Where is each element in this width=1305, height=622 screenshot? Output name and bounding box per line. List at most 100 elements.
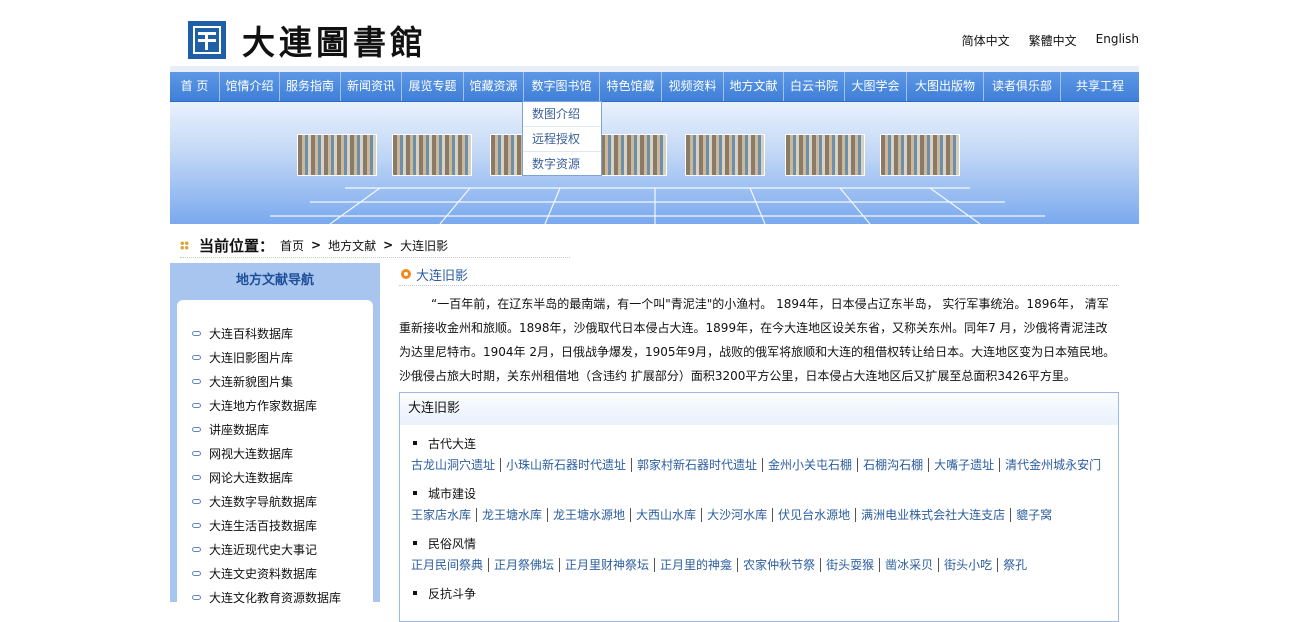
- square-bullet-icon: [413, 441, 417, 445]
- breadcrumb-separator: >: [383, 238, 394, 252]
- sidebar-list: 大连百科数据库 大连旧影图片库 大连新貌图片集 大连地方作家数据库 讲座数据库 …: [192, 321, 341, 609]
- category-link[interactable]: 王家店水库: [411, 508, 476, 522]
- lang-english[interactable]: English: [1096, 32, 1139, 49]
- banner: [170, 102, 1139, 224]
- category-link[interactable]: 正月民间祭典: [411, 558, 488, 572]
- lang-traditional[interactable]: 繁體中文: [1029, 32, 1077, 49]
- category-links: 正月民间祭典 正月祭佛坛 正月里财神祭坛 正月里的神龛 农家仲秋节祭 街头耍猴 凿冰采贝 街头…: [400, 554, 1118, 576]
- nav-home[interactable]: 首 页: [170, 72, 220, 101]
- dropdown-item-intro[interactable]: 数图介绍: [523, 102, 601, 127]
- category-box-title: 大连旧影: [400, 393, 1118, 426]
- category-box: 大连旧影 古代大连古龙山洞穴遗址 小珠山新石器时代遗址 郭家村新石器时代遗址 金州小关…: [399, 392, 1119, 622]
- nav-special-collections[interactable]: 特色馆藏: [600, 72, 662, 101]
- banner-photo: [880, 134, 960, 176]
- bullet-icon: [192, 426, 201, 432]
- square-bullet-icon: [413, 591, 417, 595]
- category-link[interactable]: 石棚沟石棚: [857, 458, 928, 472]
- category-name: 反抗斗争: [428, 586, 477, 601]
- category-link[interactable]: 农家仲秋节祭: [737, 558, 820, 572]
- category-link[interactable]: 金州小关屯石棚: [762, 458, 857, 472]
- category-link[interactable]: 貔子窝: [1010, 508, 1057, 522]
- sidebar-title: 地方文献导航: [235, 273, 314, 288]
- sidebar-item[interactable]: 大连数字导航数据库: [192, 489, 341, 513]
- category-name: 古代大连: [428, 436, 477, 451]
- nav-exhibitions[interactable]: 展览专题: [402, 72, 464, 101]
- nav-collections[interactable]: 馆藏资源: [464, 72, 524, 101]
- category-link[interactable]: 古龙山洞穴遗址: [411, 458, 500, 472]
- nav-sharing-project[interactable]: 共享工程: [1061, 72, 1139, 101]
- sidebar-item[interactable]: 大连文化教育资源数据库: [192, 585, 341, 609]
- sidebar-item[interactable]: 大连生活百技数据库: [192, 513, 341, 537]
- bullet-icon: [192, 474, 201, 480]
- breadcrumb-local-documents[interactable]: 地方文献: [328, 237, 376, 254]
- section-bullet-icon: [401, 269, 411, 279]
- bullet-icon: [192, 402, 201, 408]
- nav-service-guide[interactable]: 服务指南: [280, 72, 341, 101]
- category-link[interactable]: 凿冰采贝: [879, 558, 938, 572]
- breadcrumb: 当前位置： 首页 > 地方文献 > 大连旧影: [180, 234, 448, 256]
- sidebar: 地方文献导航 大连百科数据库 大连旧影图片库 大连新貌图片集 大连地方作家数据库…: [170, 263, 380, 610]
- dropdown-item-remote-auth[interactable]: 远程授权: [523, 127, 601, 152]
- sidebar-item[interactable]: 大连百科数据库: [192, 321, 341, 345]
- sidebar-item[interactable]: 网论大连数据库: [192, 465, 341, 489]
- category-link[interactable]: 清代金州城永安门: [999, 458, 1106, 472]
- bullet-icon: [192, 378, 201, 384]
- category-link[interactable]: 龙王塘水库: [476, 508, 547, 522]
- bullet-icon: [192, 354, 201, 360]
- category-link[interactable]: 祭孔: [997, 558, 1032, 572]
- nav-news[interactable]: 新闻资讯: [341, 72, 402, 101]
- category-links: 古龙山洞穴遗址 小珠山新石器时代遗址 郭家村新石器时代遗址 金州小关屯石棚 石棚沟石棚大…: [400, 454, 1118, 476]
- bullet-icon: [192, 594, 201, 600]
- category-link[interactable]: 伏见台水源地: [772, 508, 855, 522]
- bullet-icon: [192, 570, 201, 576]
- category-link[interactable]: 小珠山新石器时代遗址: [500, 458, 631, 472]
- page: 大連圖書館 简体中文 繁體中文 English 首 页 馆情介绍 服务指南 新闻…: [170, 0, 1139, 622]
- lang-simplified[interactable]: 简体中文: [962, 32, 1010, 49]
- breadcrumb-home[interactable]: 首页: [280, 237, 304, 254]
- category-link[interactable]: 龙王塘水源地: [547, 508, 630, 522]
- nav-about[interactable]: 馆情介绍: [220, 72, 280, 101]
- dropdown-item-digital-resources[interactable]: 数字资源: [523, 152, 601, 176]
- category-heading: 古代大连: [400, 432, 1118, 454]
- nav-videos[interactable]: 视频资料: [662, 72, 724, 101]
- logo-text: 大連圖書館: [242, 23, 427, 62]
- category-link[interactable]: 街头小吃: [938, 558, 997, 572]
- category-link[interactable]: 大西山水库: [630, 508, 701, 522]
- category-name: 民俗风情: [428, 536, 477, 551]
- sidebar-item[interactable]: 网视大连数据库: [192, 441, 341, 465]
- breadcrumb-dots-icon: [180, 240, 189, 250]
- nav-publications[interactable]: 大图出版物: [907, 72, 984, 101]
- nav-library-society[interactable]: 大图学会: [845, 72, 907, 101]
- category-link[interactable]: 郭家村新石器时代遗址: [631, 458, 762, 472]
- section-divider: [399, 285, 1119, 286]
- banner-photo: [297, 134, 377, 176]
- banner-photo: [785, 134, 865, 176]
- category-link[interactable]: 街头耍猴: [820, 558, 879, 572]
- sidebar-item[interactable]: 大连旧影图片库: [192, 345, 341, 369]
- category-link[interactable]: 满洲电业株式会社大连支店: [855, 508, 1010, 522]
- nav-local-documents[interactable]: 地方文献: [724, 72, 784, 101]
- square-bullet-icon: [413, 491, 417, 495]
- category-link[interactable]: 正月里财神祭坛: [559, 558, 654, 572]
- breadcrumb-divider: [180, 257, 570, 258]
- category-link[interactable]: 大嘴子遗址: [928, 458, 999, 472]
- banner-photo: [685, 134, 765, 176]
- sidebar-item[interactable]: 大连地方作家数据库: [192, 393, 341, 417]
- sidebar-item[interactable]: 大连文史资料数据库: [192, 561, 341, 585]
- sidebar-item[interactable]: 大连近现代史大事记: [192, 537, 341, 561]
- category-name: 城市建设: [428, 486, 477, 501]
- sidebar-item[interactable]: 大连新貌图片集: [192, 369, 341, 393]
- category-link[interactable]: 正月里的神龛: [654, 558, 737, 572]
- nav-baiyun-academy[interactable]: 白云书院: [784, 72, 845, 101]
- category-link[interactable]: 正月祭佛坛: [488, 558, 559, 572]
- breadcrumb-label: 当前位置：: [199, 236, 275, 255]
- nav-readers-club[interactable]: 读者俱乐部: [984, 72, 1061, 101]
- sidebar-item[interactable]: 讲座数据库: [192, 417, 341, 441]
- breadcrumb-current: 大连旧影: [400, 238, 449, 253]
- breadcrumb-separator: >: [311, 238, 322, 252]
- category-heading: 民俗风情: [400, 532, 1118, 554]
- site-logo[interactable]: 大連圖書館: [188, 20, 427, 62]
- nav-digital-library[interactable]: 数字图书馆: [524, 72, 600, 101]
- category-link[interactable]: 大沙河水库: [701, 508, 772, 522]
- bullet-icon: [192, 546, 201, 552]
